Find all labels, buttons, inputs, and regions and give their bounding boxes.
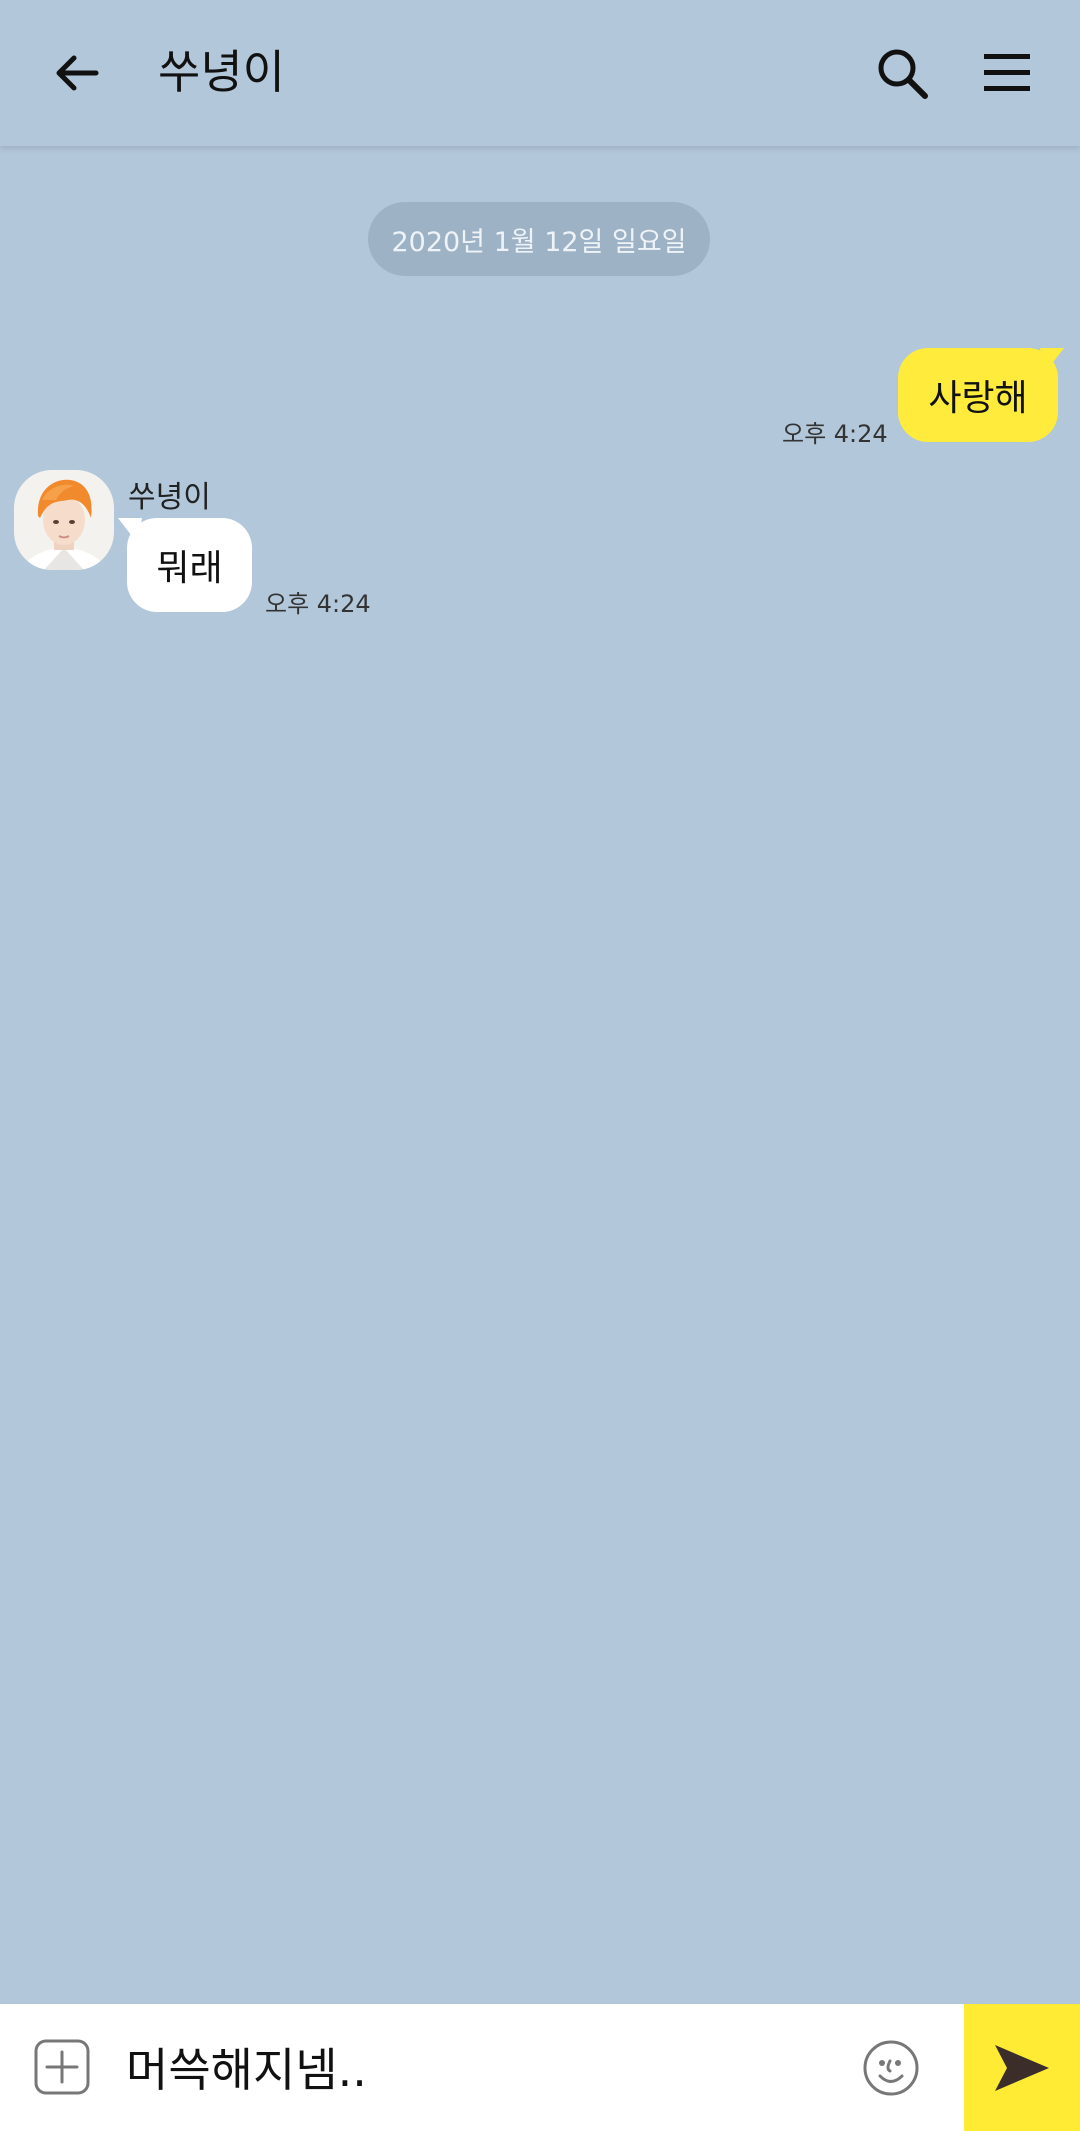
date-separator: 2020년 1월 12일 일요일 [368,202,710,276]
avatar[interactable] [14,470,114,570]
sender-name: 쑤녕이 [128,480,211,515]
send-button[interactable] [964,2004,1080,2131]
message-input[interactable] [126,2034,826,2100]
chat-header: 쑤녕이 [0,0,1080,146]
attach-button[interactable] [34,2039,90,2095]
menu-button[interactable] [967,33,1047,113]
emoji-button[interactable] [862,2039,920,2097]
message-composer [0,2004,1080,2131]
received-message-time: 오후 4:24 [265,590,371,618]
received-message-bubble[interactable]: 뭐래 [127,518,252,612]
send-icon [995,2044,1049,2091]
arrow-left-icon [56,55,99,91]
chat-title: 쑤녕이 [158,45,285,99]
avatar-photo [14,470,114,570]
back-button[interactable] [36,33,116,113]
sent-message-bubble[interactable]: 사랑해 [898,348,1058,442]
search-icon [878,49,928,99]
hamburger-menu-icon [984,54,1030,91]
plus-box-icon [34,2039,90,2095]
emoji-icon [863,2040,919,2096]
search-button[interactable] [862,33,942,113]
sent-message-time: 오후 4:24 [782,420,888,448]
